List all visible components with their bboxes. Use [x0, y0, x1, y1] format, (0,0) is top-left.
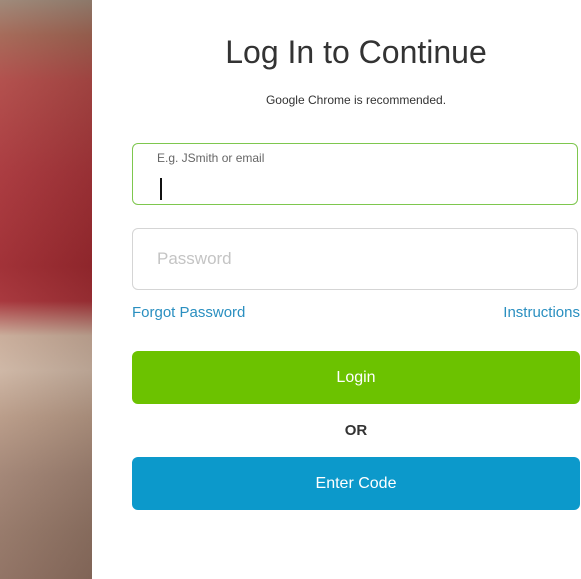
enter-code-button[interactable]: Enter Code — [132, 457, 580, 510]
side-background-photo — [0, 0, 92, 579]
enter-code-button-label: Enter Code — [315, 474, 397, 492]
or-separator: OR — [344, 422, 368, 439]
password-input[interactable] — [133, 229, 577, 289]
forgot-password-link[interactable]: Forgot Password — [132, 304, 245, 321]
login-button[interactable]: Login — [132, 351, 580, 404]
login-page: Log In to Continue Google Chrome is reco… — [0, 0, 581, 579]
password-field[interactable] — [132, 228, 578, 290]
browser-recommendation: Google Chrome is recommended. — [265, 93, 447, 107]
username-field[interactable]: E.g. JSmith or email — [132, 143, 578, 205]
text-cursor — [160, 178, 162, 200]
instructions-link[interactable]: Instructions — [503, 304, 580, 321]
page-title: Log In to Continue — [225, 34, 487, 70]
login-button-label: Login — [336, 368, 376, 386]
username-input[interactable] — [133, 144, 577, 204]
